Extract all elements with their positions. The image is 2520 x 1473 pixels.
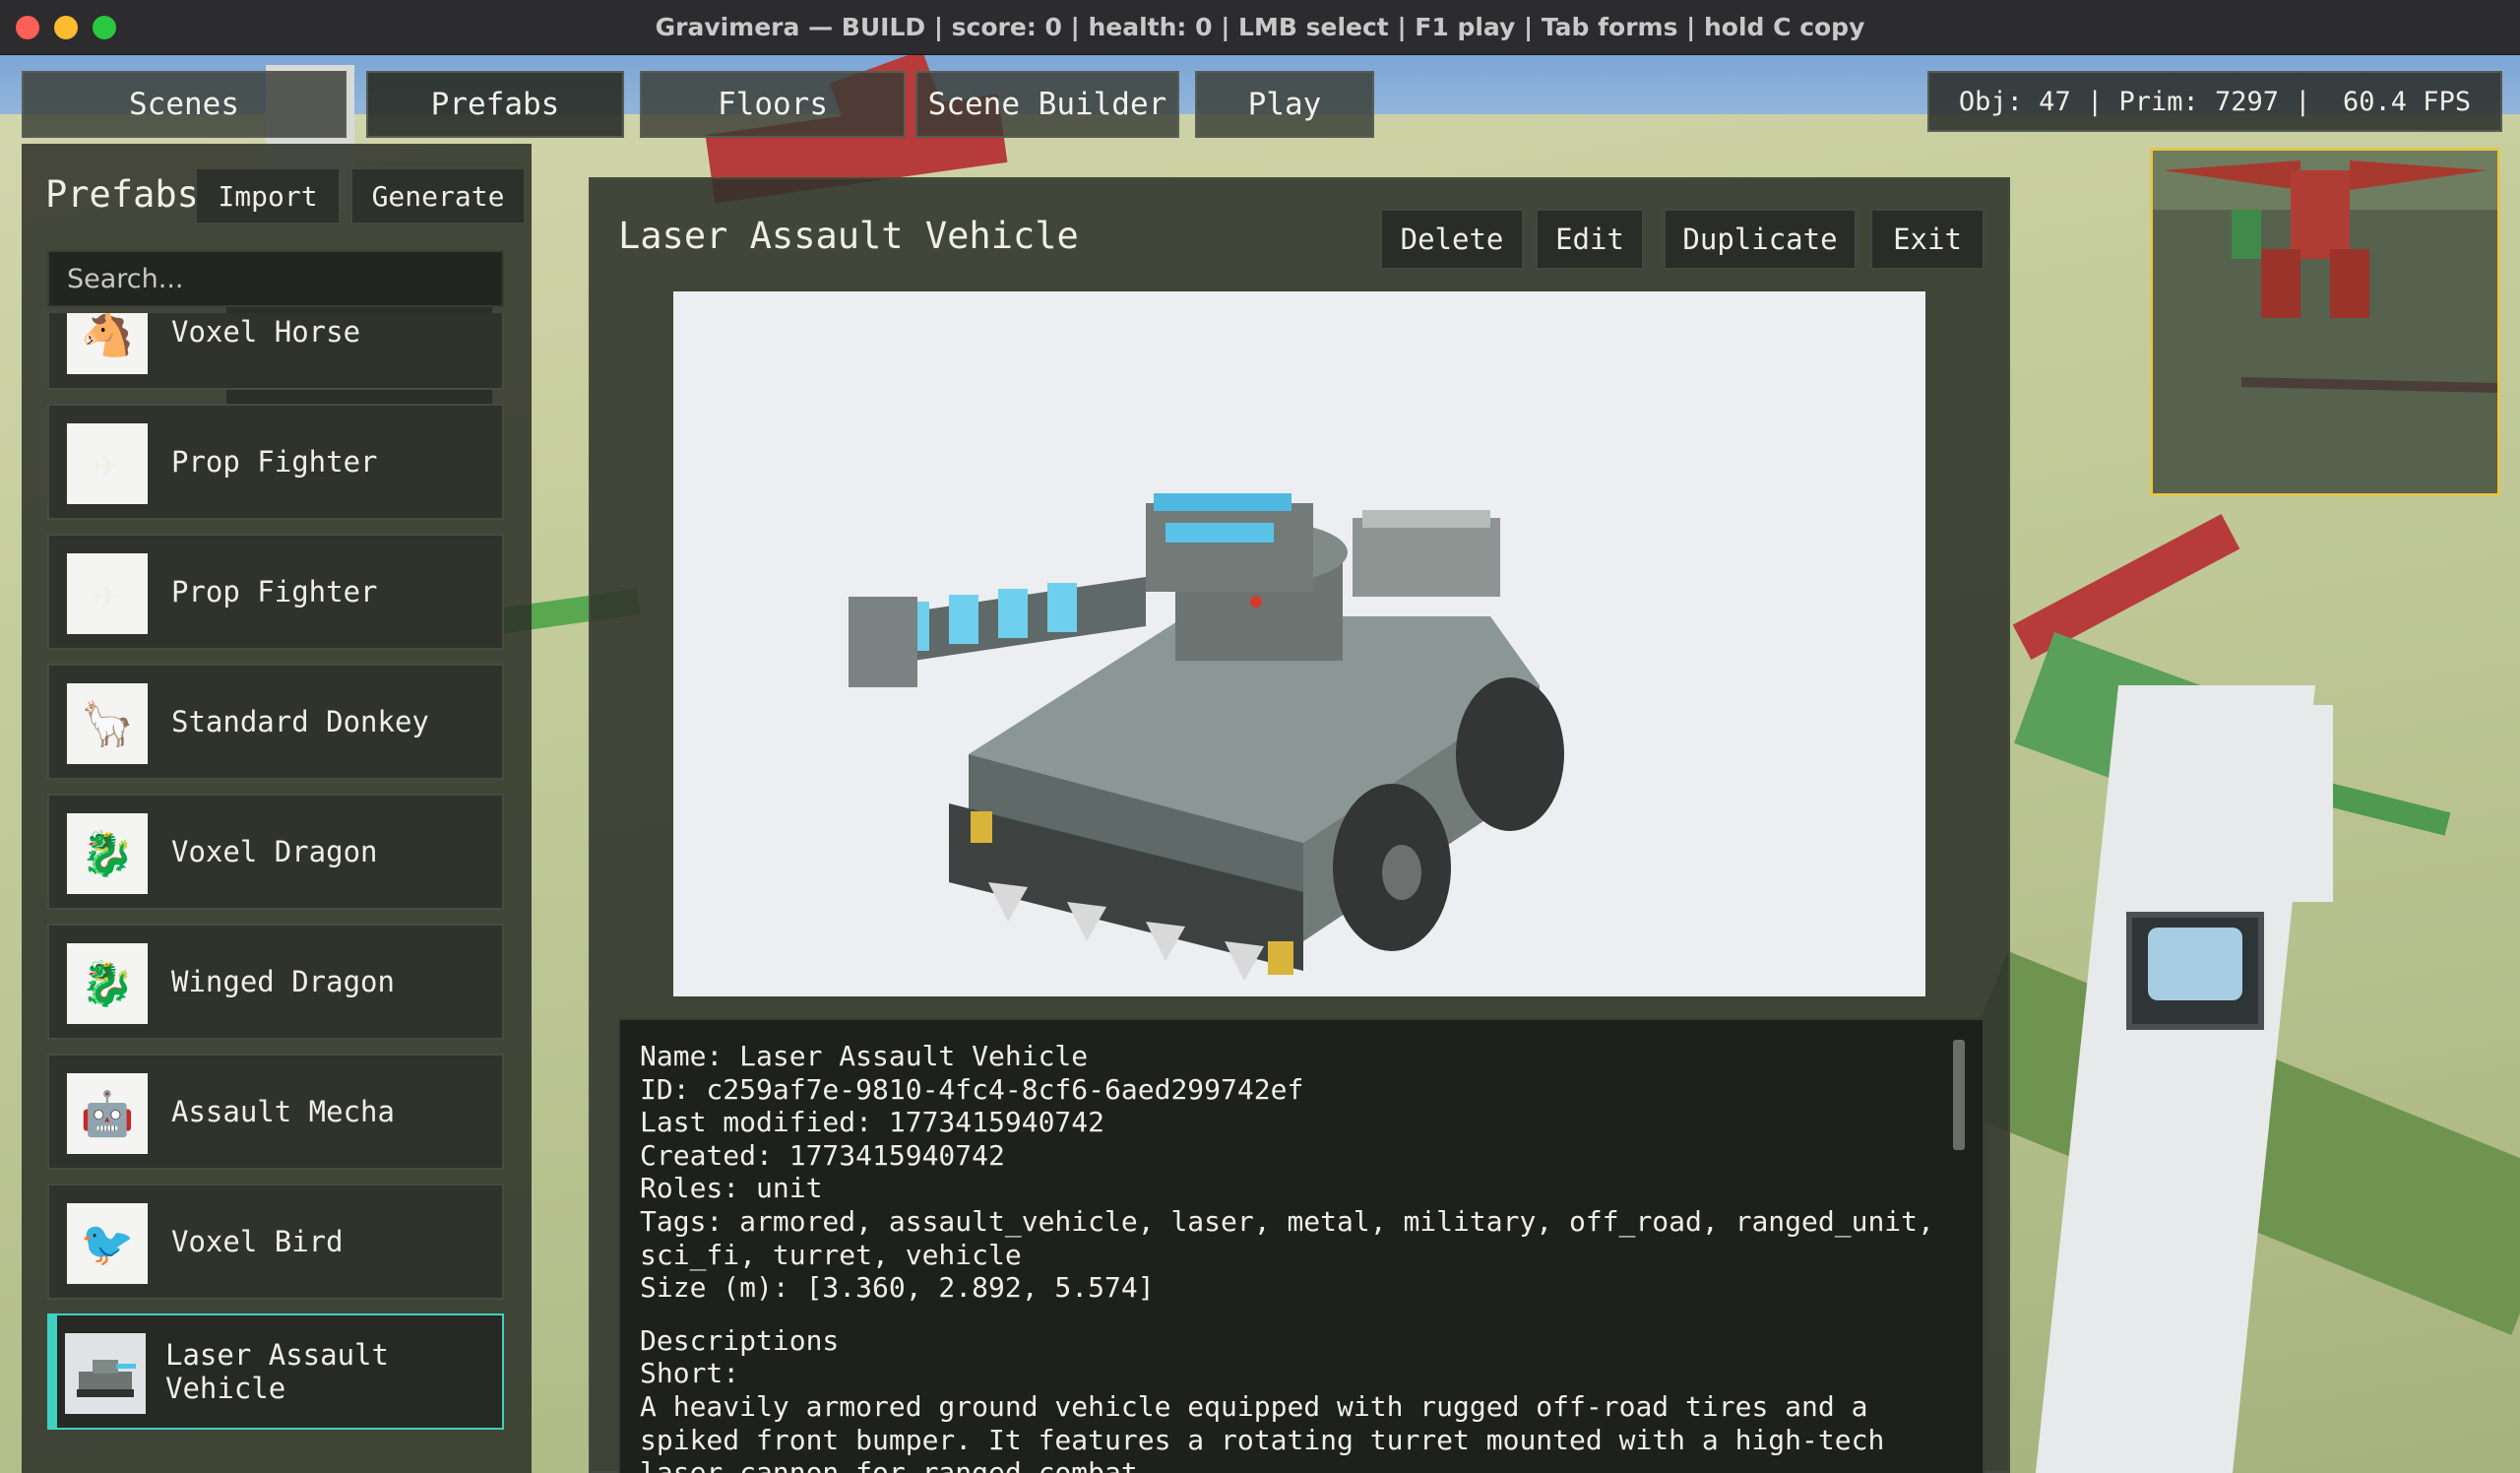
dragon-icon: 🐉: [67, 943, 148, 1024]
info-tags: Tags: armored, assault_vehicle, laser, m…: [640, 1204, 1934, 1271]
info-short-description: A heavily armored ground vehicle equippe…: [640, 1389, 1885, 1473]
tab-floors[interactable]: Floors: [640, 71, 906, 138]
import-button[interactable]: Import: [195, 167, 341, 224]
sidebar-title: Prefabs: [45, 173, 199, 216]
list-item-label: Assault Mecha: [171, 1095, 395, 1128]
plane-icon: ✈: [67, 423, 148, 504]
tab-scenes[interactable]: Scenes: [22, 71, 346, 138]
laser-muzzle: [849, 597, 917, 687]
model-preview[interactable]: [673, 291, 1925, 996]
search-input[interactable]: [47, 250, 504, 307]
list-item[interactable]: 🦙 Standard Donkey: [47, 664, 504, 780]
wheel: [1456, 677, 1564, 831]
list-item[interactable]: 🐴 Voxel Horse: [47, 313, 504, 390]
performance-stats: Obj: 47 | Prim: 7297 | 60.4 FPS: [1927, 71, 2502, 132]
list-item-label: Voxel Bird: [171, 1225, 344, 1258]
list-item[interactable]: 🐉 Winged Dragon: [47, 924, 504, 1040]
maximize-window-button[interactable]: [93, 16, 116, 39]
donkey-icon: 🦙: [67, 683, 148, 764]
turret-head: [1146, 503, 1313, 592]
list-item-label: Prop Fighter: [171, 575, 378, 608]
window-controls: [16, 16, 116, 39]
wheel-hub: [1382, 845, 1421, 900]
window-titlebar: Gravimera — BUILD | score: 0 | health: 0…: [0, 0, 2520, 55]
headlight: [1268, 941, 1293, 975]
list-item-label: Prop Fighter: [171, 445, 378, 479]
bird-icon: 🐦: [67, 1203, 148, 1284]
info-descriptions-heading: Descriptions: [640, 1323, 840, 1357]
prefab-list[interactable]: 🐴 Voxel Horse ✈ Prop Fighter ✈ Prop Figh…: [47, 313, 504, 1473]
horse-icon: 🐴: [67, 313, 148, 374]
spike: [1067, 902, 1106, 941]
spike: [1225, 941, 1264, 981]
rear-module-top: [1362, 510, 1490, 528]
laser-coil: [949, 595, 978, 644]
white-slab-model-2: [2215, 705, 2333, 902]
sensor-light: [1250, 596, 1262, 608]
window-title: Gravimera — BUILD | score: 0 | health: 0…: [655, 13, 1865, 41]
list-item-label: Voxel Dragon: [171, 835, 378, 868]
tab-prefabs[interactable]: Prefabs: [366, 71, 624, 138]
mecha-icon: 🤖: [67, 1073, 148, 1154]
laser-coil: [998, 589, 1028, 638]
list-item-label: Voxel Horse: [171, 315, 361, 349]
spike: [1146, 922, 1185, 961]
list-item-label: Laser Assault Vehicle: [165, 1338, 389, 1405]
headlight: [971, 811, 992, 843]
camera-preview[interactable]: [2150, 148, 2500, 496]
rear-module: [1353, 518, 1500, 597]
info-roles: Roles: unit: [640, 1172, 823, 1205]
prefab-info-box[interactable]: Name: Laser Assault Vehicle ID: c259af7e…: [618, 1018, 1984, 1473]
minimap-dragon-body: [2291, 170, 2350, 259]
minimize-window-button[interactable]: [54, 16, 78, 39]
list-item[interactable]: ✈ Prop Fighter: [47, 534, 504, 650]
edit-button[interactable]: Edit: [1536, 209, 1644, 270]
laser-coil: [1047, 583, 1077, 632]
plane-icon: ✈: [67, 553, 148, 634]
info-size: Size (m): [3.360, 2.892, 5.574]: [640, 1271, 1155, 1305]
minimap-green-model: [2232, 210, 2261, 259]
tab-play[interactable]: Play: [1195, 71, 1374, 138]
list-item[interactable]: ✈ Prop Fighter: [47, 404, 504, 520]
info-scrollbar[interactable]: [1953, 1040, 1965, 1150]
list-item-label: Standard Donkey: [171, 705, 429, 738]
info-created: Created: 1773415940742: [640, 1138, 1005, 1172]
dragon-icon: 🐉: [67, 813, 148, 894]
list-item[interactable]: 🐦 Voxel Bird: [47, 1184, 504, 1300]
minimap-dragon-leg: [2330, 249, 2369, 318]
info-name: Name: Laser Assault Vehicle: [640, 1040, 1089, 1072]
generate-button[interactable]: Generate: [350, 167, 526, 224]
close-window-button[interactable]: [16, 16, 39, 39]
turret-window: [1166, 523, 1274, 543]
minimap-dragon-leg: [2261, 249, 2300, 318]
list-item[interactable]: 🤖 Assault Mecha: [47, 1054, 504, 1170]
info-last-modified: Last modified: 1773415940742: [640, 1106, 1105, 1139]
prefab-detail-panel: Laser Assault Vehicle Delete Edit Duplic…: [589, 177, 2010, 1473]
turret-light: [1154, 493, 1292, 511]
list-item-selected[interactable]: Laser Assault Vehicle: [47, 1313, 504, 1430]
delete-button[interactable]: Delete: [1380, 209, 1524, 270]
prefab-sidebar: Prefabs Import Generate 🐴 Voxel Horse ✈ …: [22, 144, 532, 1473]
list-item[interactable]: 🐉 Voxel Dragon: [47, 794, 504, 910]
prefab-title: Laser Assault Vehicle: [618, 215, 1079, 257]
spike: [988, 882, 1028, 922]
tank-model-render: [849, 493, 1564, 981]
tank-icon: [65, 1333, 146, 1414]
tank-thumbnail: [77, 1360, 136, 1397]
tab-scene-builder[interactable]: Scene Builder: [915, 71, 1179, 138]
exit-button[interactable]: Exit: [1870, 209, 1984, 270]
list-item-label: Winged Dragon: [171, 965, 395, 998]
minimap-render: [2153, 151, 2497, 493]
info-short-label: Short:: [640, 1357, 740, 1390]
duplicate-button[interactable]: Duplicate: [1664, 209, 1857, 270]
info-id: ID: c259af7e-9810-4fc4-8cf6-6aed299742ef: [640, 1072, 1304, 1106]
lens-glass: [2148, 928, 2242, 1000]
